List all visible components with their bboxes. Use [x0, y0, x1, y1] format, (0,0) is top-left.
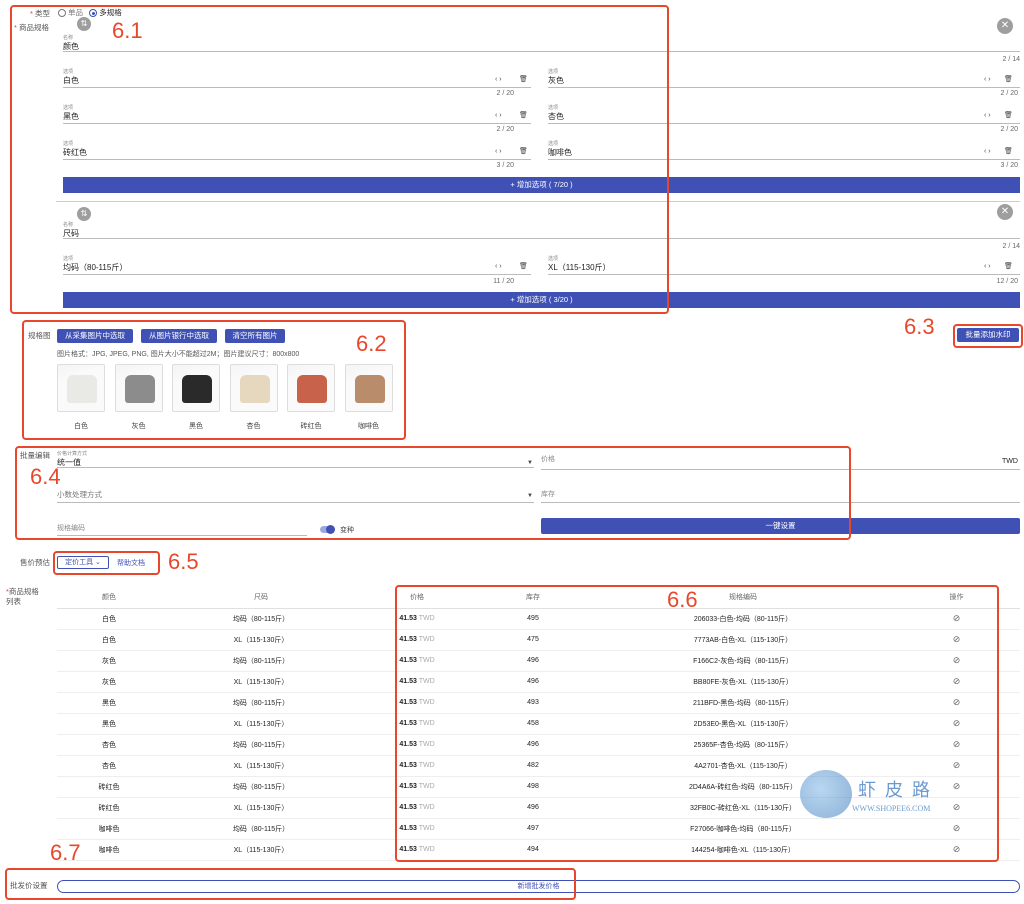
size-cell: 均码（80-115斤） [161, 818, 361, 840]
size-cell: 均码（80-115斤） [161, 692, 361, 714]
size-cell: XL（115-130斤） [161, 797, 361, 819]
annotation-box-6-5 [53, 551, 160, 575]
color-cell: 白色 [57, 629, 161, 651]
annotation-box-6-1 [10, 5, 669, 314]
annotation-6-5: 6.5 [168, 549, 199, 574]
delete-icon[interactable]: 🗑 [1004, 111, 1013, 119]
annotation-box-6-4 [15, 446, 851, 540]
annotation-box-6-3 [953, 324, 1023, 348]
color-cell: 咖啡色 [57, 818, 161, 840]
color-cell: 灰色 [57, 671, 161, 693]
close-icon[interactable]: ✕ [997, 204, 1013, 220]
price-estimate-label: 售价预估 [20, 558, 50, 567]
size-cell: XL（115-130斤） [161, 671, 361, 693]
annotation-box-6-6 [395, 585, 999, 862]
annotation-6-2: 6.2 [356, 331, 387, 356]
column-header: 颜色 [57, 586, 161, 609]
column-header: 尺码 [161, 586, 361, 609]
annotation-6-7: 6.7 [50, 840, 81, 865]
color-cell: 黑色 [57, 692, 161, 714]
delete-icon[interactable]: 🗑 [1004, 262, 1013, 270]
size-cell: XL（115-130斤） [161, 713, 361, 735]
size-cell: 均码（80-115斤） [161, 608, 361, 630]
option-counter: 2 / 20 [1000, 126, 1018, 133]
size-cell: 均码（80-115斤） [161, 776, 361, 798]
reorder-arrows-icon[interactable]: ‹ › [984, 76, 991, 83]
sku-list-label: *商品规格列表 [6, 587, 39, 606]
color-cell: 灰色 [57, 650, 161, 672]
option-counter: 2 / 20 [1000, 90, 1018, 97]
reorder-arrows-icon[interactable]: ‹ › [984, 148, 991, 155]
reorder-arrows-icon[interactable]: ‹ › [984, 112, 991, 119]
delete-icon[interactable]: 🗑 [1004, 75, 1013, 83]
size-cell: 均码（80-115斤） [161, 734, 361, 756]
size-cell: XL（115-130斤） [161, 629, 361, 651]
annotation-6-4: 6.4 [30, 464, 61, 489]
spec1-name-counter: 2 / 14 [1002, 56, 1020, 63]
color-cell: 白色 [57, 608, 161, 630]
annotation-6-6: 6.6 [667, 587, 698, 612]
size-cell: 均码（80-115斤） [161, 650, 361, 672]
size-cell: XL（115-130斤） [161, 839, 361, 861]
reorder-arrows-icon[interactable]: ‹ › [984, 263, 991, 270]
color-cell: 砖红色 [57, 797, 161, 819]
color-cell: 黑色 [57, 713, 161, 735]
currency-suffix: TWD [1002, 458, 1018, 465]
color-cell: 杏色 [57, 734, 161, 756]
annotation-6-1: 6.1 [112, 18, 143, 43]
option-counter: 3 / 20 [1000, 162, 1018, 169]
annotation-box-6-2 [22, 320, 406, 440]
option-counter: 12 / 20 [996, 278, 1018, 285]
close-icon[interactable]: ✕ [997, 18, 1013, 34]
size-cell: XL（115-130斤） [161, 755, 361, 777]
annotation-6-3: 6.3 [904, 314, 935, 339]
delete-icon[interactable]: 🗑 [1004, 147, 1013, 155]
spec2-name-counter: 2 / 14 [1002, 243, 1020, 250]
color-cell: 砖红色 [57, 776, 161, 798]
color-cell: 杏色 [57, 755, 161, 777]
annotation-box-6-7 [5, 868, 576, 900]
